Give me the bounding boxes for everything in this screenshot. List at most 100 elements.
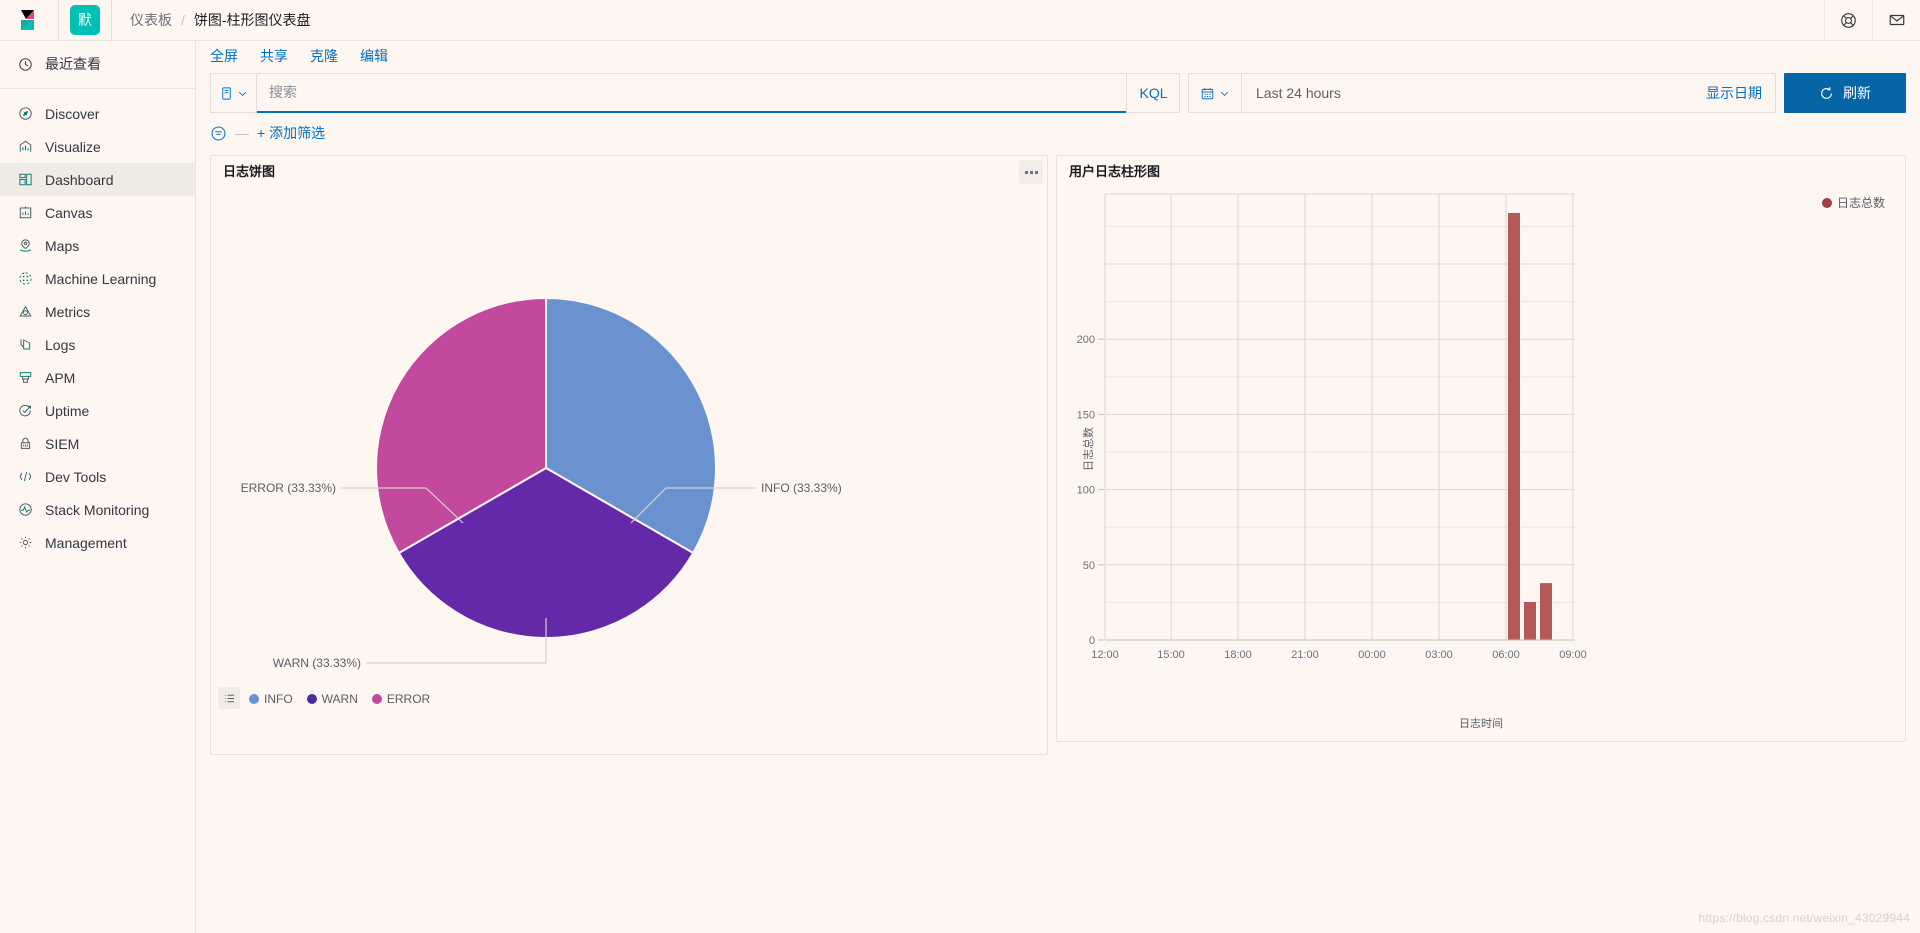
pie-legend-label-info: INFO <box>264 692 293 706</box>
share-button[interactable]: 共享 <box>260 46 288 66</box>
show-dates-button[interactable]: 显示日期 <box>1706 73 1776 113</box>
clock-icon <box>17 56 33 72</box>
pie-chart-area: INFO (33.33%) ERROR (33.33%) WARN (33.33… <box>211 178 1047 718</box>
x-tick-1800: 18:00 <box>1224 649 1252 661</box>
sidebar-item-discover-label: Discover <box>45 105 100 122</box>
logs-icon <box>17 337 33 353</box>
breadcrumb-dashboards[interactable]: 仪表板 <box>130 10 172 30</box>
refresh-button-label: 刷新 <box>1843 85 1871 101</box>
mail-icon[interactable] <box>1872 0 1920 40</box>
sidebar-item-discover[interactable]: Discover <box>0 97 195 130</box>
menu-dot <box>1034 170 1038 174</box>
x-tick-1500: 15:00 <box>1157 649 1185 661</box>
refresh-button[interactable]: 刷新 <box>1784 73 1906 113</box>
x-tick-0000: 00:00 <box>1358 649 1386 661</box>
x-tick-2100: 21:00 <box>1291 649 1319 661</box>
sidebar-item-dashboard[interactable]: Dashboard <box>0 163 195 196</box>
pie-legend-item-error[interactable]: ERROR <box>371 692 431 706</box>
x-tick-0900: 09:00 <box>1559 649 1587 661</box>
calendar-icon[interactable] <box>1188 73 1242 113</box>
sidebar-item-maps-label: Maps <box>45 237 80 254</box>
sidebar-item-management[interactable]: Management <box>0 526 195 559</box>
pie-legend-item-info[interactable]: INFO <box>249 692 293 706</box>
y-tick-0: 0 <box>1089 635 1095 647</box>
sidebar-items: Discover Visualize Dashboard Canvas Maps… <box>0 95 195 559</box>
y-tick-200: 200 <box>1077 334 1095 346</box>
index-pattern-icon[interactable] <box>210 73 257 113</box>
fullscreen-button[interactable]: 全屏 <box>210 46 238 66</box>
elastic-logo[interactable] <box>0 0 58 40</box>
legend-swatch <box>306 694 317 704</box>
menu-dot <box>1029 170 1033 174</box>
edit-button[interactable]: 编辑 <box>360 46 388 66</box>
sidebar-item-dashboard-label: Dashboard <box>45 171 114 188</box>
y-tick-150: 150 <box>1077 409 1095 421</box>
dev-tools-icon <box>17 469 33 485</box>
add-filter-button[interactable]: + 添加筛选 <box>257 123 325 143</box>
sidebar-item-stack-monitoring[interactable]: Stack Monitoring <box>0 493 195 526</box>
machine-learning-icon <box>17 271 33 287</box>
main-content: 全屏 共享 克隆 编辑 KQL <box>196 41 1920 933</box>
sidebar-item-maps[interactable]: Maps <box>0 229 195 262</box>
bar-chart-svg[interactable]: 0 50 100 150 200 12:00 15:00 18:00 21:00… <box>1057 180 1916 710</box>
refresh-icon <box>1821 86 1832 99</box>
panel-pie-chart: 日志饼图 INFO (33.33%) ERROR (33.33%) WARN (… <box>210 155 1048 755</box>
time-range-value[interactable]: Last 24 hours <box>1242 73 1706 113</box>
sidebar-item-uptime[interactable]: Uptime <box>0 394 195 427</box>
menu-dot <box>1024 170 1028 174</box>
sidebar-item-canvas[interactable]: Canvas <box>0 196 195 229</box>
sidebar-item-logs[interactable]: Logs <box>0 328 195 361</box>
sidebar-item-machine-learning[interactable]: Machine Learning <box>0 262 195 295</box>
sidebar-item-siem[interactable]: SIEM <box>0 427 195 460</box>
filter-dash: — <box>235 125 249 141</box>
dashboard-app-menu: 全屏 共享 克隆 编辑 <box>196 41 1920 71</box>
sidebar-divider <box>0 88 195 89</box>
x-tick-1200: 12:00 <box>1091 649 1119 661</box>
bar-grid <box>1104 193 1575 641</box>
y-tick-50: 50 <box>1083 560 1095 572</box>
sidebar-item-metrics[interactable]: Metrics <box>0 295 195 328</box>
sidebar-item-canvas-label: Canvas <box>45 204 93 221</box>
search-input[interactable] <box>257 73 1126 113</box>
filter-icon[interactable] <box>210 125 227 142</box>
uptime-icon <box>17 403 33 419</box>
stack-monitoring-icon <box>17 502 33 518</box>
clone-button[interactable]: 克隆 <box>310 46 338 66</box>
x-tick-0600: 06:00 <box>1492 649 1520 661</box>
pie-chart-svg[interactable]: INFO (33.33%) ERROR (33.33%) WARN (33.33… <box>211 178 1047 718</box>
legend-swatch <box>371 694 382 704</box>
pie-legend-item-warn[interactable]: WARN <box>306 692 358 706</box>
space-selector[interactable]: 默 <box>59 0 111 40</box>
sidebar-item-siem-label: SIEM <box>45 435 80 452</box>
visualize-chart-icon <box>17 139 33 155</box>
metrics-icon <box>17 304 33 320</box>
help-lifebuoy-icon[interactable] <box>1824 0 1872 40</box>
breadcrumb-separator: / <box>181 12 185 28</box>
query-bar: KQL Last 24 hours <box>196 71 1920 113</box>
sidebar-item-recent[interactable]: 最近查看 <box>0 45 195 83</box>
bar-rect <box>1508 213 1520 640</box>
query-language-button[interactable]: KQL <box>1126 73 1180 113</box>
sidebar-item-visualize[interactable]: Visualize <box>0 130 195 163</box>
sidebar-item-visualize-label: Visualize <box>45 138 101 155</box>
bar-rect <box>1524 602 1536 640</box>
apm-icon <box>17 370 33 386</box>
space-badge: 默 <box>70 5 100 35</box>
sidebar-item-machine-learning-label: Machine Learning <box>45 270 157 287</box>
sidebar-item-logs-label: Logs <box>45 336 76 353</box>
panel-bar-chart: 用户日志柱形图 日志总数 日志总数 日志时间 0 50 100 150 200 … <box>1056 155 1906 742</box>
sidebar-item-dev-tools[interactable]: Dev Tools <box>0 460 195 493</box>
sidebar-item-apm[interactable]: APM <box>0 361 195 394</box>
bar-rect <box>1540 583 1552 640</box>
canvas-icon <box>17 205 33 221</box>
sidebar-item-dev-tools-label: Dev Tools <box>45 468 107 485</box>
bar-y-ticks: 0 50 100 150 200 <box>1077 334 1104 647</box>
pie-legend-label-error: ERROR <box>386 692 431 706</box>
pie-label-warn: WARN (33.33%) <box>273 656 361 670</box>
discover-compass-icon <box>17 106 33 122</box>
legend-list-icon[interactable] <box>218 687 240 709</box>
sidebar-item-metrics-label: Metrics <box>45 303 91 320</box>
sidebar-item-recent-label: 最近查看 <box>45 56 101 72</box>
watermark: https://blog.csdn.net/weixin_43029944 <box>1698 911 1910 925</box>
pie-label-error: ERROR (33.33%) <box>241 481 336 495</box>
